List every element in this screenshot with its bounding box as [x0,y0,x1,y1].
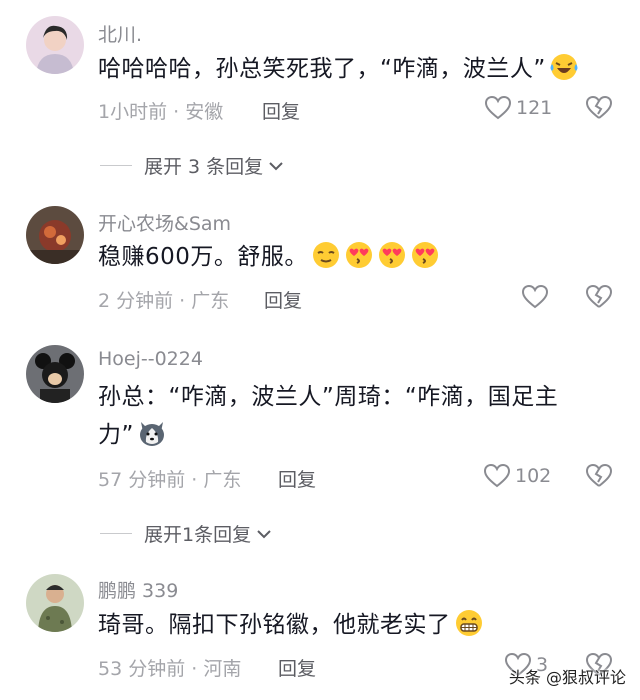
grin-emoji [455,610,482,636]
avatar[interactable] [26,16,84,74]
reply-button[interactable]: 回复 [264,286,302,313]
comment-meta: 53 分钟前 · 河南 [98,658,242,680]
laugh-cry-emoji [550,54,578,80]
comment-username[interactable]: Hoej--0224 [98,348,203,370]
comment-meta: 57 分钟前 · 广东 [98,469,242,491]
expand-replies-label: 展开1条回复 [144,524,252,546]
comment-body: 稳赚600万。舒服。 [98,244,308,270]
broken-heart-icon [585,463,613,487]
avatar[interactable] [26,206,84,264]
comment-body: 哈哈哈哈，孙总笑死我了，“咋滴，波兰人” [98,56,546,82]
dislike-button[interactable] [585,283,613,311]
comment-username[interactable]: 鹏鹏 339 [98,576,178,603]
like-count: 121 [516,97,553,119]
like-button[interactable]: 121 [484,94,552,122]
comment-body: 琦哥。隔扣下孙铭徽，他就老实了 [98,612,451,638]
broken-heart-icon [585,284,613,308]
heart-icon [484,95,512,120]
divider-line [100,165,132,166]
comment-text: 孙总：“咋滴，波兰人”周琦：“咋滴，国足主力” [98,378,593,454]
avatar[interactable] [26,345,84,403]
like-button[interactable]: 102 [483,462,551,490]
expand-replies-label: 展开 3 条回复 [144,156,264,178]
comment-text: 哈哈哈哈，孙总笑死我了，“咋滴，波兰人” [98,50,598,88]
comment-username[interactable]: 开心农场&Sam [98,209,231,236]
like-button[interactable] [521,283,553,311]
avatar[interactable] [26,574,84,632]
comment-body: 孙总：“咋滴，波兰人”周琦：“咋滴，国足主力” [98,384,559,448]
expand-replies-button[interactable]: 展开1条回复 [100,520,273,547]
reply-button[interactable]: 回复 [262,97,300,124]
comment-text: 稳赚600万。舒服。 [98,238,598,276]
broken-heart-icon [585,95,613,119]
heart-eyes-emoji [345,242,372,268]
heart-icon [521,284,549,309]
comment-meta: 2 分钟前 · 广东 [98,290,230,312]
husky-emoji [139,422,164,446]
heart-icon [483,463,511,488]
comment-username[interactable]: 北川. [98,20,142,47]
divider-line [100,533,132,534]
heart-eyes-emoji [378,242,405,268]
comment-meta: 1小时前 · 安徽 [98,101,224,123]
watermark: 头条 @狠叔评论 [508,668,626,687]
like-count: 102 [515,465,552,487]
dislike-button[interactable] [585,462,613,490]
expand-replies-button[interactable]: 展开 3 条回复 [100,152,285,179]
dislike-button[interactable] [585,94,613,122]
heart-eyes-emoji [411,242,438,268]
reply-button[interactable]: 回复 [278,465,316,492]
relieved-emoji [312,242,339,268]
chevron-down-icon [257,529,271,538]
reply-button[interactable]: 回复 [278,654,316,681]
chevron-down-icon [269,161,283,170]
comment-text: 琦哥。隔扣下孙铭徽，他就老实了 [98,606,598,644]
